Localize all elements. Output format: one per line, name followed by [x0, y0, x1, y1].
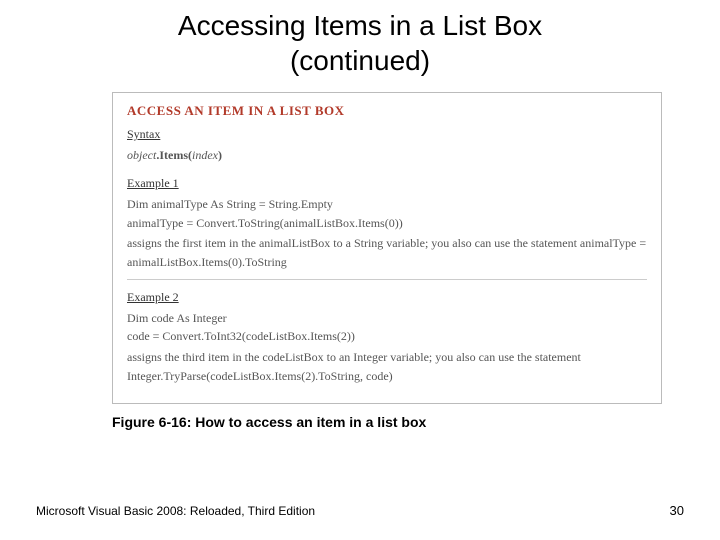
example-1-label: Example 1	[127, 174, 647, 193]
example-2-code-1: Dim code As Integer	[127, 309, 647, 328]
page-number: 30	[670, 503, 684, 518]
example-2-code-2: code = Convert.ToInt32(codeListBox.Items…	[127, 327, 647, 346]
syntax-line: object.Items(index)	[127, 146, 647, 165]
example-1-code-1: Dim animalType As String = String.Empty	[127, 195, 647, 214]
syntax-index: index	[192, 148, 218, 162]
figure-caption: Figure 6-16: How to access an item in a …	[112, 414, 720, 430]
separator	[127, 279, 647, 280]
box-heading: ACCESS AN ITEM IN A LIST BOX	[127, 101, 647, 121]
example-1-description: assigns the first item in the animalList…	[127, 234, 647, 271]
footer-source: Microsoft Visual Basic 2008: Reloaded, T…	[36, 504, 315, 518]
example-2-label: Example 2	[127, 288, 647, 307]
figure-box: ACCESS AN ITEM IN A LIST BOX Syntax obje…	[112, 92, 662, 404]
syntax-object: object	[127, 148, 156, 162]
title-line-1: Accessing Items in a List Box	[178, 10, 542, 41]
example-2-description: assigns the third item in the codeListBo…	[127, 348, 647, 385]
slide-title: Accessing Items in a List Box (continued…	[0, 0, 720, 78]
example-1-code-2: animalType = Convert.ToString(animalList…	[127, 214, 647, 233]
syntax-close: )	[218, 148, 222, 162]
title-line-2: (continued)	[290, 45, 430, 76]
syntax-items-open: .Items(	[156, 148, 192, 162]
syntax-label: Syntax	[127, 125, 647, 144]
